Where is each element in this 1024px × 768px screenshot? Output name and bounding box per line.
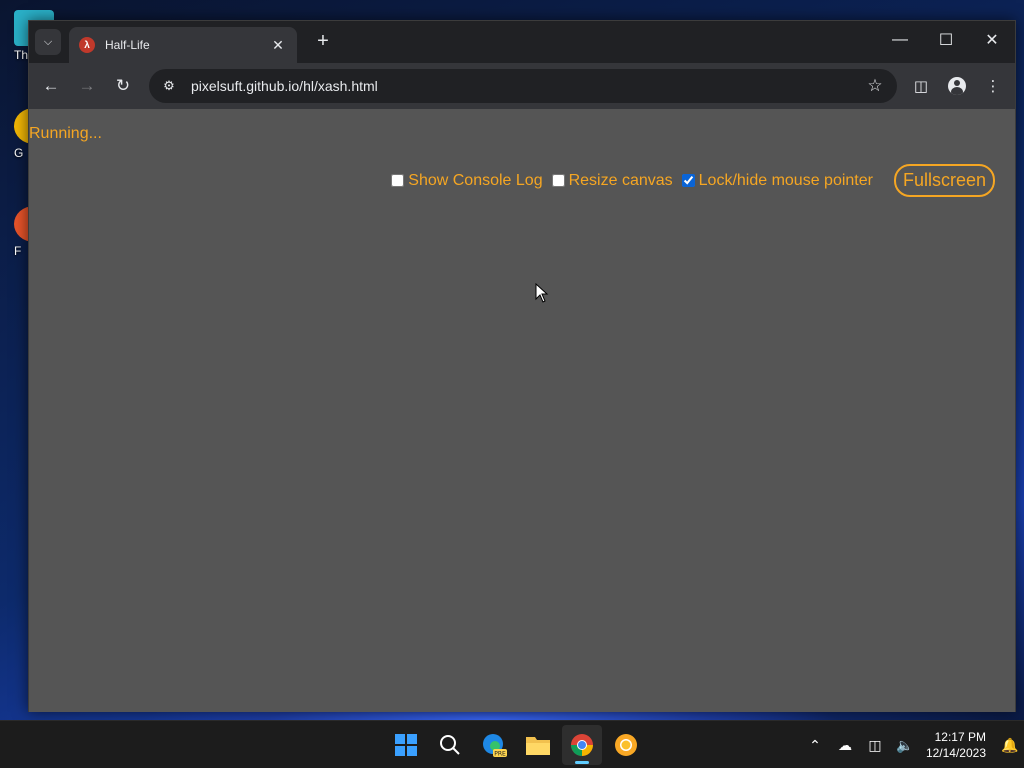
game-controls: Show Console Log Resize canvas Lock/hide… xyxy=(391,164,995,197)
address-bar[interactable]: ⚙ pixelsuft.github.io/hl/xash.html ☆ xyxy=(149,69,897,103)
search-icon xyxy=(440,735,460,755)
chrome-button[interactable] xyxy=(562,725,602,765)
show-console-log-checkbox[interactable] xyxy=(391,174,405,187)
cloud-offline-icon[interactable]: ☁ xyxy=(830,737,860,754)
start-button[interactable] xyxy=(386,725,426,765)
half-life-favicon-icon: λ xyxy=(79,37,95,53)
close-icon[interactable]: ✕ xyxy=(269,37,287,54)
window-controls: — ☐ ✕ xyxy=(877,21,1015,59)
browser-toolbar: ← → ↻ ⚙ pixelsuft.github.io/hl/xash.html… xyxy=(29,63,1015,109)
tab-strip: ⌵ λ Half-Life ✕ + — ☐ ✕ xyxy=(29,21,1015,63)
chevron-up-icon[interactable]: ⌃ xyxy=(800,737,830,754)
taskbar-apps: PRE xyxy=(384,725,648,765)
clock-date: 12/14/2023 xyxy=(925,746,986,760)
show-console-log-label: Show Console Log xyxy=(408,171,543,189)
lock-mouse-label: Lock/hide mouse pointer xyxy=(698,171,873,189)
reload-button[interactable]: ↻ xyxy=(105,68,141,104)
resize-canvas-option[interactable]: Resize canvas xyxy=(551,171,673,190)
system-tray: ⌃ ☁ ◫ 🔈 12:17 PM 12/14/2023 🔔 xyxy=(800,721,1024,768)
maximize-button[interactable]: ☐ xyxy=(923,21,969,59)
fullscreen-button[interactable]: Fullscreen xyxy=(893,164,995,197)
site-info-icon[interactable]: ⚙ xyxy=(159,78,179,94)
status-text: Running... xyxy=(29,125,102,142)
chrome-icon xyxy=(571,734,593,756)
url-text[interactable]: pixelsuft.github.io/hl/xash.html xyxy=(191,78,863,94)
lock-mouse-option[interactable]: Lock/hide mouse pointer xyxy=(681,171,873,190)
tab-search-button[interactable]: ⌵ xyxy=(35,29,61,55)
bookmark-star-icon[interactable]: ☆ xyxy=(863,76,887,96)
windows-logo-icon xyxy=(395,734,417,756)
browser-window: ⌵ λ Half-Life ✕ + — ☐ ✕ ← → ↻ ⚙ pixelsuf… xyxy=(28,20,1016,712)
lock-mouse-checkbox[interactable] xyxy=(681,174,695,187)
network-icon[interactable]: ◫ xyxy=(860,737,890,754)
page-content[interactable]: Running... Show Console Log Resize canva… xyxy=(29,109,1015,712)
side-panel-icon[interactable]: ◫ xyxy=(903,68,939,104)
new-tab-button[interactable]: + xyxy=(311,30,335,54)
mouse-cursor-icon xyxy=(535,283,549,303)
forward-button[interactable]: → xyxy=(69,68,105,104)
toolbar-right: ◫ ⋮ xyxy=(903,68,1011,104)
clock[interactable]: 12:17 PM 12/14/2023 xyxy=(926,729,986,761)
edge-badge: PRE xyxy=(494,751,506,758)
chrome-canary-icon xyxy=(615,734,637,756)
resize-canvas-checkbox[interactable] xyxy=(551,174,565,187)
notification-bell-icon[interactable]: 🔔 xyxy=(996,737,1024,754)
show-console-log-option[interactable]: Show Console Log xyxy=(391,171,543,190)
file-explorer-button[interactable] xyxy=(518,725,558,765)
taskbar: PRE ⌃ ☁ ◫ 🔈 12:17 PM 12/14/2023 🔔 xyxy=(0,720,1024,768)
search-button[interactable] xyxy=(430,725,470,765)
avatar xyxy=(948,77,966,95)
clock-time: 12:17 PM xyxy=(934,730,986,744)
edge-preview-button[interactable]: PRE xyxy=(474,725,514,765)
folder-icon xyxy=(526,737,550,755)
resize-canvas-label: Resize canvas xyxy=(568,171,673,189)
close-window-button[interactable]: ✕ xyxy=(969,21,1015,59)
edge-icon: PRE xyxy=(483,734,507,758)
chrome-canary-button[interactable] xyxy=(606,725,646,765)
profile-icon[interactable] xyxy=(939,68,975,104)
tab-half-life[interactable]: λ Half-Life ✕ xyxy=(69,27,297,63)
menu-kebab-icon[interactable]: ⋮ xyxy=(975,68,1011,104)
back-button[interactable]: ← xyxy=(33,68,69,104)
tab-title: Half-Life xyxy=(105,38,150,52)
minimize-button[interactable]: — xyxy=(877,21,923,59)
chevron-down-icon: ⌵ xyxy=(43,35,53,48)
volume-muted-icon[interactable]: 🔈 xyxy=(890,737,920,754)
